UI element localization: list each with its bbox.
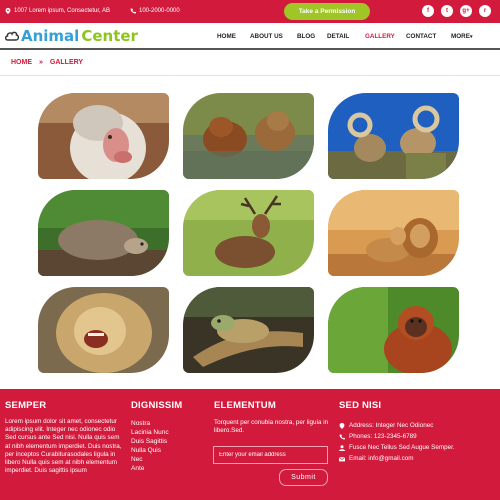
footer-title-semper: SEMPER bbox=[5, 400, 47, 411]
social-links: f t g+ r bbox=[422, 5, 491, 17]
phone-icon bbox=[339, 434, 345, 439]
breadcrumb-home[interactable]: HOME bbox=[11, 59, 32, 66]
site-header: Animal Center HOME ABOUT US BLOG DETAIL … bbox=[0, 23, 500, 50]
footer-title-elementum: ELEMENTUM bbox=[214, 400, 276, 411]
chevron-down-icon[interactable]: ▾ bbox=[470, 34, 473, 40]
top-address: 1007 Lorem ipsum, Consectetur, AB bbox=[5, 8, 110, 14]
map-marker-icon bbox=[339, 422, 345, 429]
nav-about-us[interactable]: ABOUT US bbox=[250, 33, 283, 40]
gallery-image-orangutan[interactable] bbox=[328, 287, 459, 373]
submit-button[interactable]: Submit bbox=[279, 469, 328, 486]
envelope-icon bbox=[339, 456, 345, 461]
take-permission-button[interactable]: Take a Permission bbox=[284, 3, 370, 20]
nav-home[interactable]: HOME bbox=[217, 33, 236, 40]
top-bar: 1007 Lorem ipsum, Consectetur, AB 100-20… bbox=[0, 0, 500, 23]
footer-phone-text: Phones: 123-2345-6789 bbox=[349, 433, 417, 440]
top-phone: 100-2000-0000 bbox=[130, 8, 180, 14]
google-plus-icon[interactable]: g+ bbox=[460, 5, 472, 17]
gallery-image-hedgehog[interactable] bbox=[38, 190, 169, 276]
user-icon bbox=[339, 444, 345, 451]
top-address-text: 1007 Lorem ipsum, Consectetur, AB bbox=[14, 8, 111, 14]
footer-email: Email: info@gmail.com bbox=[339, 453, 455, 464]
footer-title-dignissim: DIGNISSIM bbox=[131, 400, 183, 411]
gallery-image-lions[interactable] bbox=[328, 190, 459, 276]
nav-blog[interactable]: BLOG bbox=[297, 33, 315, 40]
gallery-image-iguana[interactable] bbox=[183, 287, 314, 373]
breadcrumb: HOME » GALLERY bbox=[11, 59, 83, 66]
nav-detail[interactable]: DETAIL bbox=[327, 33, 349, 40]
breadcrumb-divider bbox=[0, 75, 500, 76]
gallery-image-deer[interactable] bbox=[183, 190, 314, 276]
gallery-image-roaring-lion[interactable] bbox=[38, 287, 169, 373]
top-phone-text: 100-2000-0000 bbox=[139, 8, 180, 14]
nav-more[interactable]: MORE bbox=[451, 33, 470, 40]
footer-link[interactable]: Nulla Quis bbox=[131, 446, 169, 455]
footer-email-text[interactable]: Email: info@gmail.com bbox=[349, 453, 413, 464]
newsletter-email-input[interactable] bbox=[213, 446, 328, 464]
footer-link[interactable]: Duis Sagittis bbox=[131, 437, 169, 446]
facebook-icon[interactable]: f bbox=[422, 5, 434, 17]
footer-link[interactable]: Ante bbox=[131, 464, 169, 473]
map-marker-icon bbox=[5, 8, 11, 14]
footer-elementum-text: Torquent per conubia nostra, per liguia … bbox=[214, 419, 329, 435]
footer-title-sed-nisi: SED NISI bbox=[339, 400, 382, 411]
footer-link[interactable]: Nec bbox=[131, 455, 169, 464]
main-nav: HOME ABOUT US BLOG DETAIL GALLERY CONTAC… bbox=[0, 33, 500, 43]
breadcrumb-current: GALLERY bbox=[49, 59, 84, 66]
nav-gallery[interactable]: GALLERY bbox=[365, 33, 395, 40]
footer-address-text: Address: Integer Nec Odionec bbox=[349, 422, 434, 429]
nav-contact[interactable]: CONTACT bbox=[406, 33, 436, 40]
gallery-image-rams[interactable] bbox=[328, 93, 459, 179]
footer-links: Nostra Lacinia Nunc Duis Sagittis Nulla … bbox=[131, 419, 169, 473]
footer-fax: Fusce Nec Tellus Sed Augue Semper. bbox=[339, 442, 455, 453]
phone-icon bbox=[130, 8, 136, 14]
gallery-image-bears[interactable] bbox=[183, 93, 314, 179]
rss-icon[interactable]: r bbox=[479, 5, 491, 17]
breadcrumb-separator: » bbox=[39, 59, 43, 66]
gallery-grid bbox=[38, 93, 460, 373]
footer-link[interactable]: Nostra bbox=[131, 419, 169, 428]
site-footer: SEMPER Lorem ipsum dolor sit amet, conse… bbox=[0, 389, 500, 500]
footer-phone: Phones: 123-2345-6789 bbox=[339, 431, 455, 442]
footer-semper-text: Lorem ipsum dolor sit amet, consectetur … bbox=[5, 418, 122, 475]
footer-address: Address: Integer Nec Odionec bbox=[339, 420, 455, 431]
gallery-image-baboon[interactable] bbox=[38, 93, 169, 179]
footer-contact-list: Address: Integer Nec Odionec Phones: 123… bbox=[339, 420, 455, 464]
twitter-icon[interactable]: t bbox=[441, 5, 453, 17]
footer-link[interactable]: Lacinia Nunc bbox=[131, 428, 169, 437]
footer-fax-text: Fusce Nec Tellus Sed Augue Semper. bbox=[349, 444, 455, 451]
